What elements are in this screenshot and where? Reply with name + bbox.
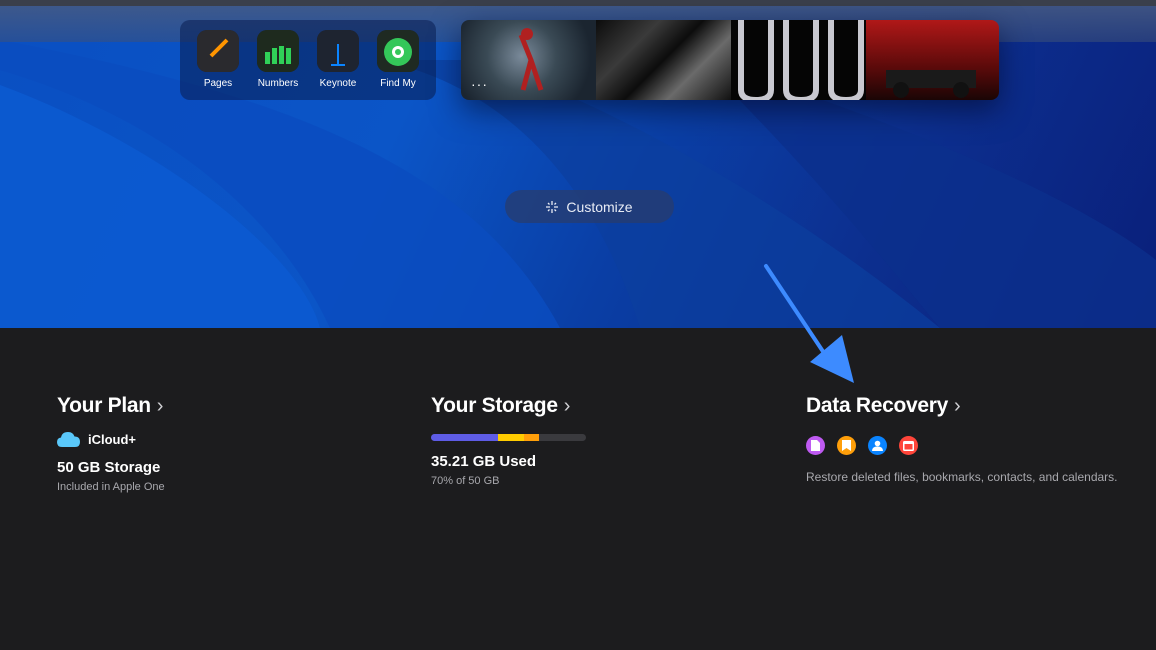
data-recovery-section: Data Recovery › Restore deleted files, b…: [806, 394, 1118, 484]
storage-bar-segment: [523, 434, 540, 441]
chevron-right-icon: ›: [156, 394, 164, 417]
find-my-icon: [377, 30, 419, 72]
your-storage-section: Your Storage › 35.21 GB Used 70% of 50 G…: [431, 394, 586, 487]
data-recovery-title: Data Recovery: [806, 394, 949, 417]
app-label: Numbers: [257, 78, 299, 89]
customize-label: Customize: [566, 198, 633, 215]
storage-percent: 70% of 50 GB: [431, 475, 500, 487]
customize-button[interactable]: Customize: [505, 190, 674, 223]
recovery-icons: [806, 436, 1118, 455]
app-find-my[interactable]: Find My: [368, 30, 428, 89]
your-storage-title: Your Storage: [431, 394, 558, 417]
photo-thumbnail[interactable]: [596, 20, 731, 100]
app-numbers[interactable]: Numbers: [248, 30, 308, 89]
bookmarks-icon: [837, 436, 856, 455]
pages-icon: [197, 30, 239, 72]
hero-banner: Pages Numbers Keynote Find My ··· Custom…: [0, 0, 1156, 328]
photo-thumbnail[interactable]: [731, 20, 866, 100]
sparkle-icon: [546, 200, 559, 213]
data-recovery-link[interactable]: Data Recovery ›: [806, 394, 1118, 418]
icloud-icon: [57, 432, 80, 447]
data-recovery-description: Restore deleted files, bookmarks, contac…: [806, 470, 1118, 484]
numbers-icon: [257, 30, 299, 72]
storage-bar-segment: [497, 434, 524, 441]
chevron-right-icon: ›: [954, 394, 961, 417]
plan-storage: 50 GB Storage: [57, 459, 161, 476]
app-label: Keynote: [319, 78, 357, 89]
app-keynote[interactable]: Keynote: [308, 30, 368, 89]
your-storage-link[interactable]: Your Storage ›: [431, 394, 586, 418]
your-plan-title: Your Plan: [57, 394, 151, 417]
photos-widget[interactable]: ···: [461, 20, 999, 100]
keynote-icon: [317, 30, 359, 72]
your-plan-link[interactable]: Your Plan ›: [57, 394, 165, 418]
plan-row: iCloud+: [57, 432, 165, 447]
app-label: Pages: [203, 78, 233, 89]
storage-bar-segment: [431, 434, 498, 441]
chevron-right-icon: ›: [563, 394, 571, 417]
plan-note: Included in Apple One: [57, 481, 165, 493]
icloud-home-page: Pages Numbers Keynote Find My ··· Custom…: [0, 0, 1156, 650]
contacts-icon: [868, 436, 887, 455]
your-plan-section: Your Plan › iCloud+ 50 GB Storage Includ…: [57, 394, 165, 493]
more-options-button[interactable]: ···: [471, 76, 488, 92]
photo-thumbnail[interactable]: [866, 20, 999, 100]
annotation-arrow: [764, 264, 854, 383]
app-pages[interactable]: Pages: [188, 30, 248, 89]
apps-widget: Pages Numbers Keynote Find My: [180, 20, 436, 100]
storage-used: 35.21 GB Used: [431, 453, 537, 470]
calendars-icon: [899, 436, 918, 455]
app-label: Find My: [380, 78, 416, 89]
storage-usage-bar: [431, 434, 586, 441]
files-icon: [806, 436, 825, 455]
plan-name: iCloud+: [88, 432, 137, 447]
